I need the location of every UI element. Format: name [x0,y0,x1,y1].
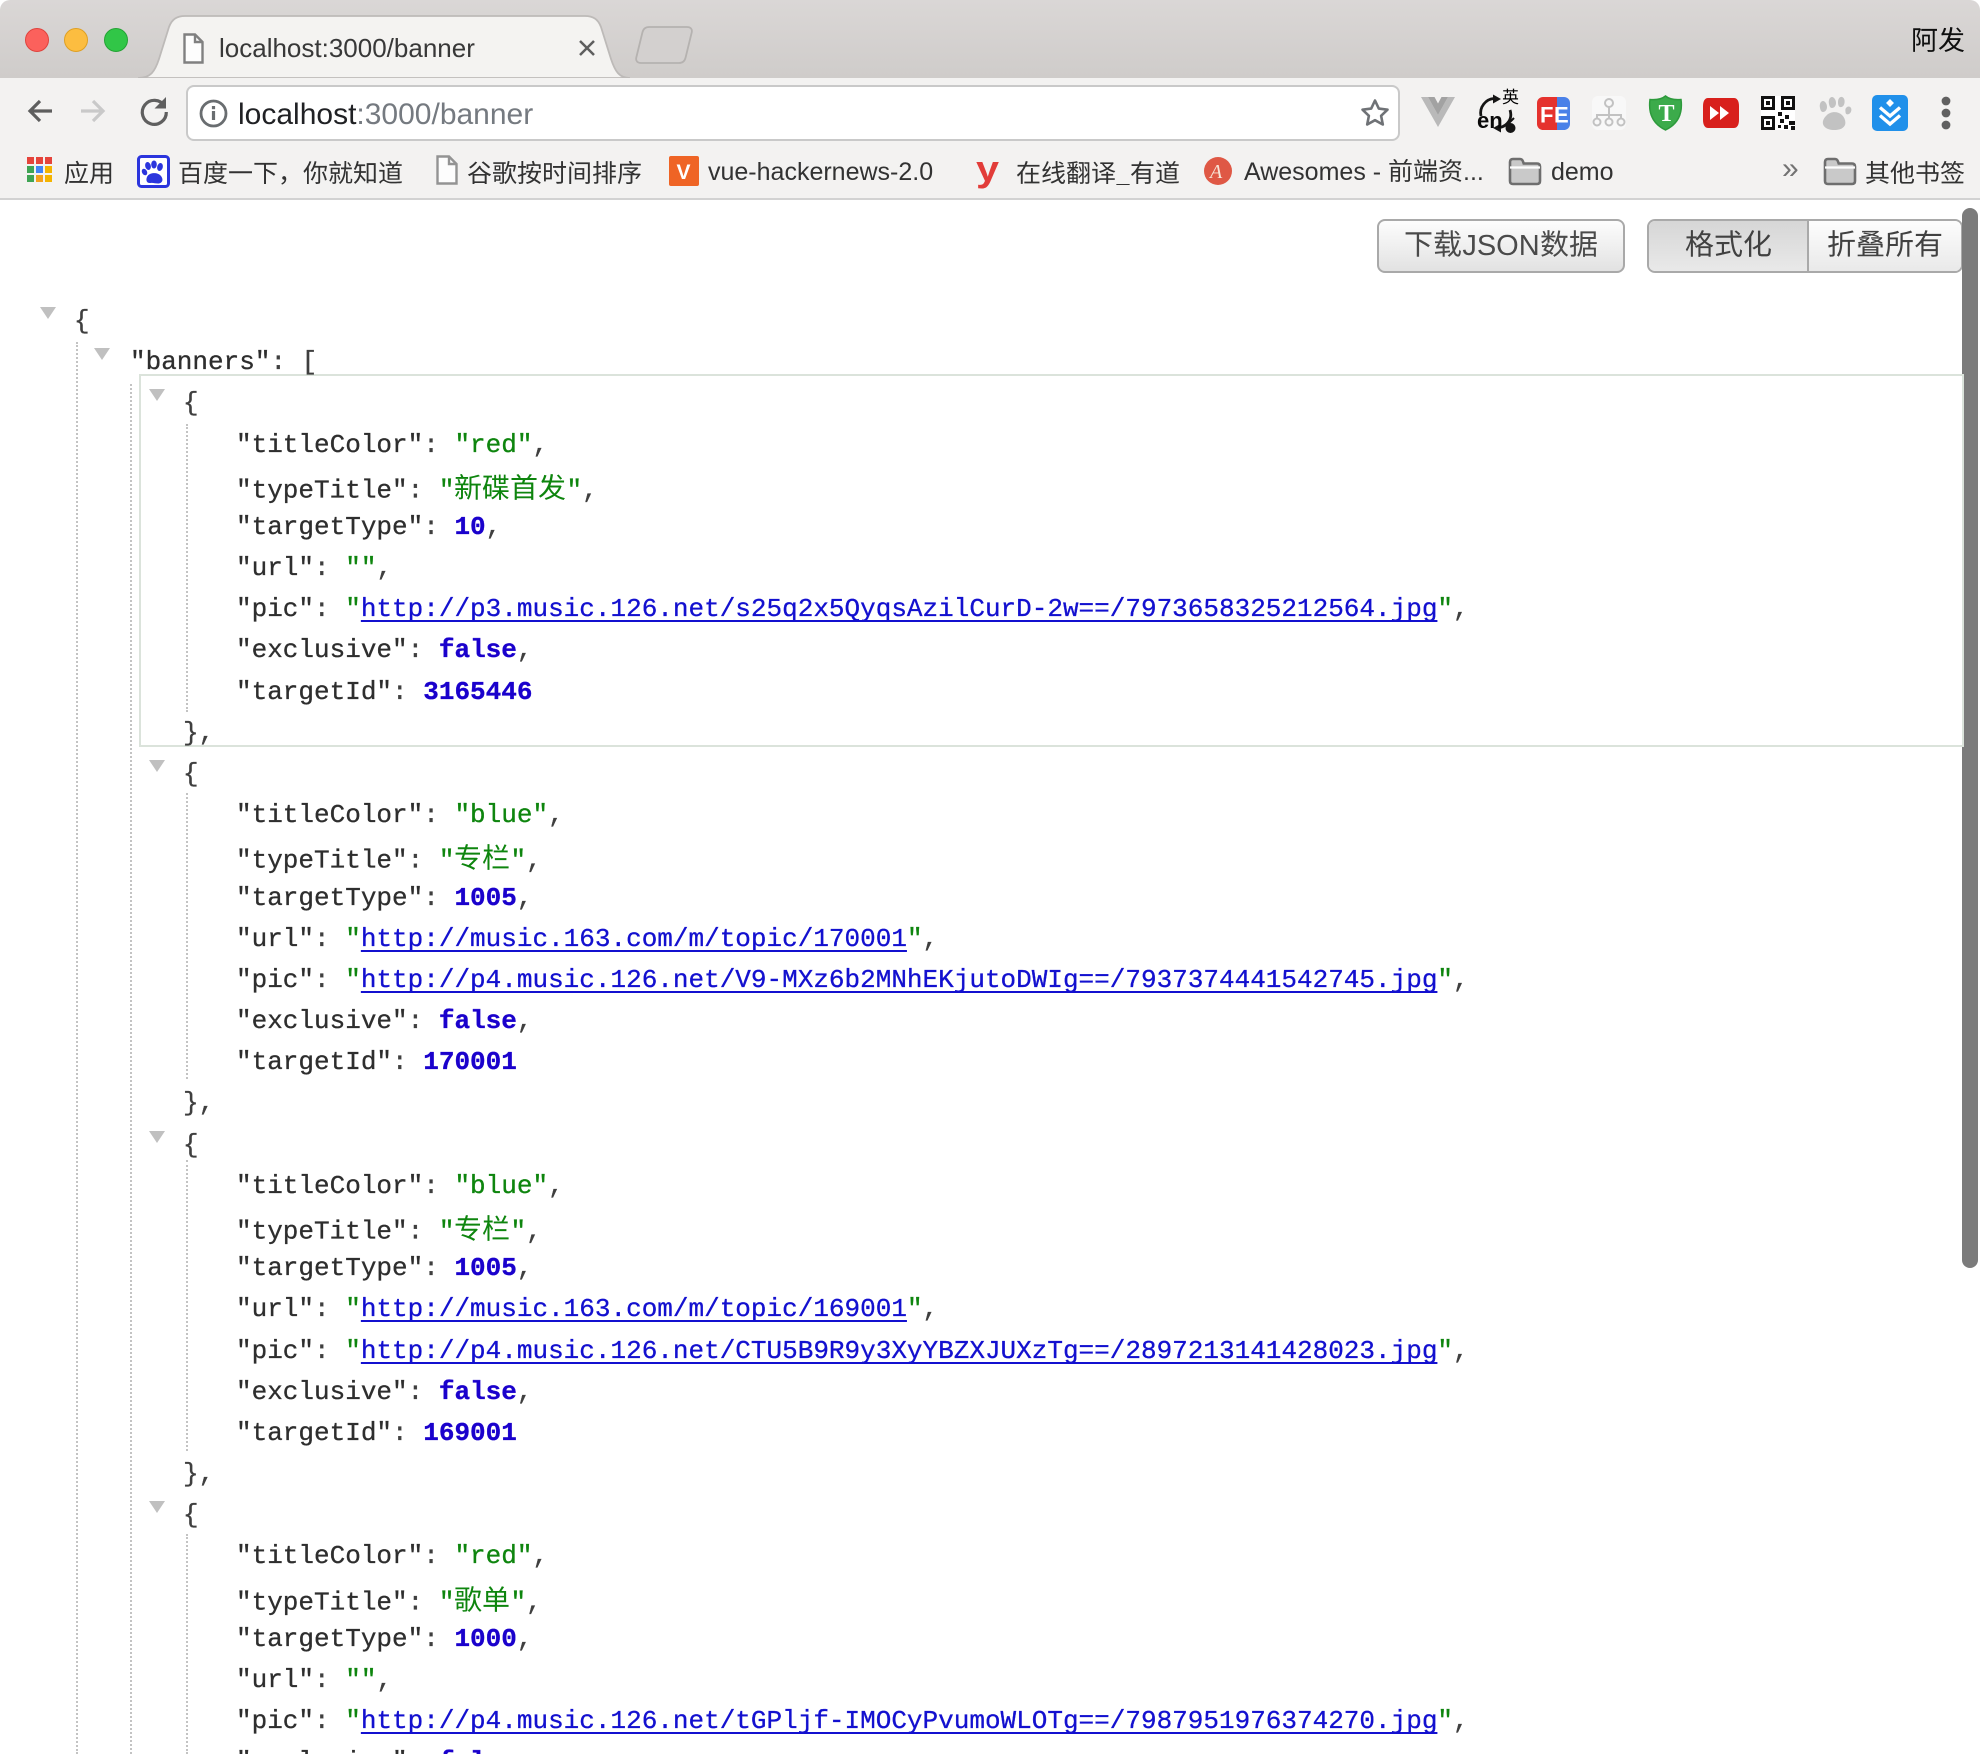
svg-text:F: F [1540,103,1553,128]
svg-text:T: T [1659,101,1675,127]
svg-text:V: V [677,161,691,184]
svg-text:E: E [1554,103,1569,128]
svg-text:A: A [1208,161,1223,183]
